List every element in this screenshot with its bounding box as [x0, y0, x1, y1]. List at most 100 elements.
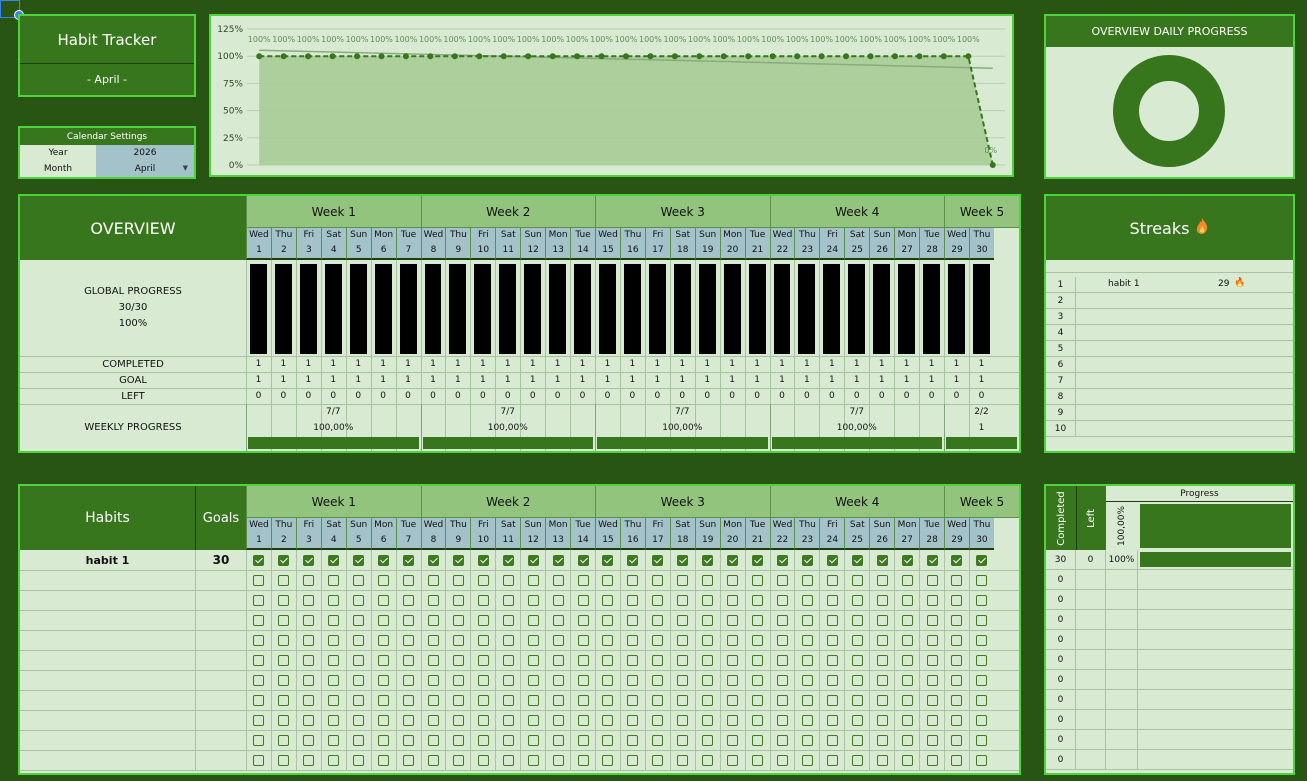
habit-goal[interactable] [196, 610, 246, 630]
habit-checkbox[interactable] [602, 694, 614, 706]
habit-checkbox[interactable] [851, 714, 863, 726]
habit-checkbox[interactable] [403, 714, 415, 726]
habit-checkbox[interactable] [901, 574, 913, 586]
habit-checkbox[interactable] [801, 694, 813, 706]
habit-checkbox[interactable] [627, 554, 639, 566]
habit-checkbox[interactable] [851, 654, 863, 666]
habit-checkbox[interactable] [552, 574, 564, 586]
habit-checkbox[interactable] [876, 634, 888, 646]
habit-checkbox[interactable] [253, 754, 265, 766]
habit-checkbox[interactable] [752, 734, 764, 746]
habit-checkbox[interactable] [752, 754, 764, 766]
habit-checkbox[interactable] [851, 634, 863, 646]
habit-checkbox[interactable] [527, 594, 539, 606]
habit-checkbox[interactable] [951, 574, 963, 586]
habit-checkbox[interactable] [253, 654, 265, 666]
habit-checkbox[interactable] [776, 654, 788, 666]
habit-checkbox[interactable] [577, 694, 589, 706]
habit-checkbox[interactable] [353, 694, 365, 706]
habit-checkbox[interactable] [577, 614, 589, 626]
habit-checkbox[interactable] [702, 594, 714, 606]
habit-checkbox[interactable] [826, 614, 838, 626]
habit-checkbox[interactable] [876, 614, 888, 626]
habit-checkbox[interactable] [303, 554, 315, 566]
habit-checkbox[interactable] [951, 754, 963, 766]
habit-checkbox[interactable] [253, 734, 265, 746]
habit-checkbox[interactable] [652, 734, 664, 746]
habit-checkbox[interactable] [702, 634, 714, 646]
habit-checkbox[interactable] [527, 634, 539, 646]
habit-checkbox[interactable] [677, 734, 689, 746]
habit-checkbox[interactable] [901, 594, 913, 606]
habit-checkbox[interactable] [328, 734, 340, 746]
habit-checkbox[interactable] [976, 574, 988, 586]
habit-checkbox[interactable] [502, 734, 514, 746]
habit-checkbox[interactable] [552, 594, 564, 606]
habit-checkbox[interactable] [427, 694, 439, 706]
habit-checkbox[interactable] [677, 654, 689, 666]
habit-checkbox[interactable] [328, 574, 340, 586]
habit-checkbox[interactable] [602, 674, 614, 686]
habit-checkbox[interactable] [527, 574, 539, 586]
habit-checkbox[interactable] [502, 574, 514, 586]
habit-checkbox[interactable] [303, 634, 315, 646]
habit-checkbox[interactable] [427, 674, 439, 686]
habit-checkbox[interactable] [452, 714, 464, 726]
habit-checkbox[interactable] [477, 574, 489, 586]
habit-checkbox[interactable] [652, 674, 664, 686]
habit-checkbox[interactable] [826, 754, 838, 766]
habit-checkbox[interactable] [926, 694, 938, 706]
habit-checkbox[interactable] [602, 554, 614, 566]
habit-checkbox[interactable] [328, 634, 340, 646]
habit-checkbox[interactable] [926, 634, 938, 646]
habit-name[interactable] [20, 670, 196, 690]
habit-checkbox[interactable] [727, 554, 739, 566]
habit-checkbox[interactable] [801, 714, 813, 726]
habit-checkbox[interactable] [303, 694, 315, 706]
habit-checkbox[interactable] [926, 674, 938, 686]
habit-checkbox[interactable] [926, 654, 938, 666]
habit-checkbox[interactable] [702, 674, 714, 686]
habit-checkbox[interactable] [403, 574, 415, 586]
habit-checkbox[interactable] [353, 654, 365, 666]
habit-checkbox[interactable] [727, 734, 739, 746]
habit-checkbox[interactable] [403, 614, 415, 626]
habit-checkbox[interactable] [951, 554, 963, 566]
habit-checkbox[interactable] [303, 614, 315, 626]
habit-checkbox[interactable] [627, 634, 639, 646]
habit-checkbox[interactable] [727, 694, 739, 706]
habit-checkbox[interactable] [901, 694, 913, 706]
habit-name[interactable] [20, 710, 196, 730]
habit-checkbox[interactable] [652, 634, 664, 646]
habit-checkbox[interactable] [926, 574, 938, 586]
habit-checkbox[interactable] [278, 574, 290, 586]
habit-checkbox[interactable] [851, 614, 863, 626]
habit-checkbox[interactable] [826, 574, 838, 586]
habit-checkbox[interactable] [876, 694, 888, 706]
habit-checkbox[interactable] [727, 614, 739, 626]
habit-goal[interactable] [196, 750, 246, 770]
habit-checkbox[interactable] [527, 654, 539, 666]
habit-checkbox[interactable] [901, 654, 913, 666]
habit-checkbox[interactable] [801, 674, 813, 686]
habit-checkbox[interactable] [552, 614, 564, 626]
habit-checkbox[interactable] [427, 634, 439, 646]
habit-checkbox[interactable] [826, 734, 838, 746]
habit-checkbox[interactable] [452, 554, 464, 566]
habit-checkbox[interactable] [727, 754, 739, 766]
habit-checkbox[interactable] [427, 554, 439, 566]
habit-checkbox[interactable] [776, 714, 788, 726]
habit-checkbox[interactable] [876, 554, 888, 566]
habit-goal[interactable]: 30 [196, 550, 246, 570]
habit-checkbox[interactable] [278, 674, 290, 686]
habit-checkbox[interactable] [527, 754, 539, 766]
habit-checkbox[interactable] [253, 694, 265, 706]
habit-checkbox[interactable] [702, 654, 714, 666]
habit-checkbox[interactable] [976, 634, 988, 646]
habit-checkbox[interactable] [826, 674, 838, 686]
habit-checkbox[interactable] [752, 634, 764, 646]
habit-name[interactable] [20, 570, 196, 590]
habit-checkbox[interactable] [577, 734, 589, 746]
habit-checkbox[interactable] [901, 614, 913, 626]
habit-checkbox[interactable] [328, 614, 340, 626]
